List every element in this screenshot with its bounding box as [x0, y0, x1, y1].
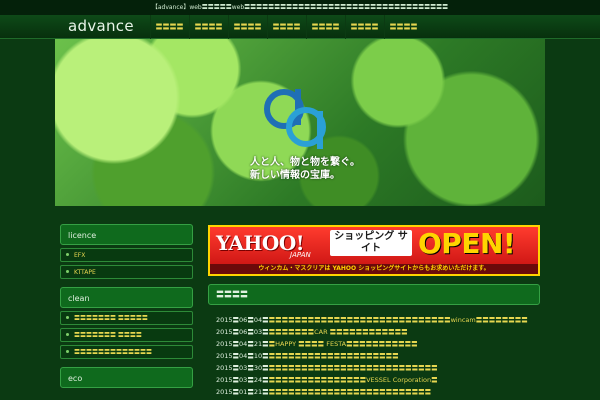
nav-item-5[interactable]: 〓〓〓〓 [306, 15, 344, 39]
top-announcement-text: 【advance】web〓〓〓〓〓web〓〓〓〓〓〓〓〓〓〓〓〓〓〓〓〓〓〓〓〓… [151, 4, 449, 11]
news-date: 2015〓06〓04〓 [216, 316, 269, 324]
news-item[interactable]: 2015〓06〓03〓〓〓〓〓〓〓〓CAR 〓〓〓〓〓〓〓〓〓〓〓〓 [216, 326, 540, 338]
news-link[interactable]: 〓HAPPY 〓〓〓〓 FESTA〓〓〓〓〓〓〓〓〓〓〓 [269, 340, 418, 348]
news-item[interactable]: 2015〓01〓21〓〓〓〓〓〓〓〓〓〓〓〓〓〓〓〓〓〓〓〓〓〓〓〓〓〓 [216, 386, 540, 398]
news-item[interactable]: 2015〓03〓30〓〓〓〓〓〓〓〓〓〓〓〓〓〓〓〓〓〓〓〓〓〓〓〓〓〓〓 [216, 362, 540, 374]
news-link[interactable]: 〓〓〓〓〓〓〓〓〓〓〓〓〓〓〓〓〓〓〓〓〓〓〓〓〓〓 [269, 364, 438, 372]
news-date: 2015〓01〓21〓 [216, 388, 269, 396]
sidebar-link[interactable]: 〓〓〓〓〓〓〓 〓〓〓〓 [60, 328, 193, 342]
sidebar-link[interactable]: 〓〓〓〓〓〓〓 〓〓〓〓〓 [60, 311, 193, 325]
sidebar-group-licence: licence EFX KTTAPE [60, 224, 193, 279]
hero-image: 人と人、物と物を繋ぐ。 新しい情報の宝庫。 [55, 39, 545, 206]
site-logo[interactable]: advance [68, 17, 134, 35]
ad-logo-icon [264, 89, 326, 149]
news-list: 2015〓06〓04〓〓〓〓〓〓〓〓〓〓〓〓〓〓〓〓〓〓〓〓〓〓〓〓〓〓〓〓〓w… [216, 314, 540, 398]
banner-subtext: ウィンカム・マスクリアは YAHOO ショッピングサイトからもお求めいただけます… [210, 264, 538, 274]
hero-tagline-line2: 新しい情報の宝庫。 [250, 170, 340, 181]
news-date: 2015〓06〓03〓 [216, 328, 269, 336]
hero-tagline: 人と人、物と物を繋ぐ。 新しい情報の宝庫。 [250, 156, 360, 182]
sidebar-link[interactable]: 〓〓〓〓〓〓〓〓〓〓〓〓〓 [60, 345, 193, 359]
nav-item-1[interactable]: 〓〓〓〓 [150, 15, 188, 39]
news-date: 2015〓04〓21〓 [216, 340, 269, 348]
site-header: advance 〓〓〓〓 〓〓〓〓 〓〓〓〓 〓〓〓〓 〓〓〓〓 〓〓〓〓 〓〓… [0, 15, 600, 39]
news-date: 2015〓04〓10〓 [216, 352, 269, 360]
news-link[interactable]: 〓〓〓〓〓〓〓〓〓〓〓〓〓〓〓VESSEL Corporation〓 [269, 376, 438, 384]
yahoo-shopping-banner[interactable]: YAHOO! JAPAN ショッピング サイト OPEN! ウィンカム・マスクリ… [208, 225, 540, 276]
top-announcement-bar: 【advance】web〓〓〓〓〓web〓〓〓〓〓〓〓〓〓〓〓〓〓〓〓〓〓〓〓〓… [0, 0, 600, 15]
sidebar-group-eco: eco [60, 367, 193, 388]
sidebar-heading: clean [60, 287, 193, 308]
news-date: 2015〓03〓24〓 [216, 376, 269, 384]
news-date: 2015〓03〓30〓 [216, 364, 269, 372]
news-heading: 〓〓〓〓 [208, 284, 540, 305]
sidebar-link[interactable]: EFX [60, 248, 193, 262]
news-link[interactable]: 〓〓〓〓〓〓〓〓〓〓〓〓〓〓〓〓〓〓〓〓 [269, 352, 399, 360]
news-link[interactable]: 〓〓〓〓〓〓〓CAR 〓〓〓〓〓〓〓〓〓〓〓〓 [269, 328, 408, 336]
nav-item-4[interactable]: 〓〓〓〓 [267, 15, 305, 39]
news-item[interactable]: 2015〓04〓21〓〓HAPPY 〓〓〓〓 FESTA〓〓〓〓〓〓〓〓〓〓〓 [216, 338, 540, 350]
nav-item-7[interactable]: 〓〓〓〓 [384, 15, 422, 39]
sidebar-heading: eco [60, 367, 193, 388]
sidebar-group-clean: clean 〓〓〓〓〓〓〓 〓〓〓〓〓 〓〓〓〓〓〓〓 〓〓〓〓 〓〓〓〓〓〓〓… [60, 287, 193, 359]
sidebar-heading: licence [60, 224, 193, 245]
hero-tagline-line1: 人と人、物と物を繋ぐ。 [250, 157, 360, 168]
news-link[interactable]: 〓〓〓〓〓〓〓〓〓〓〓〓〓〓〓〓〓〓〓〓〓〓〓〓〓〓〓〓wincam〓〓〓〓〓〓… [269, 316, 528, 324]
nav-item-6[interactable]: 〓〓〓〓 [345, 15, 383, 39]
sidebar-link[interactable]: KTTAPE [60, 265, 193, 279]
news-item[interactable]: 2015〓03〓24〓〓〓〓〓〓〓〓〓〓〓〓〓〓〓〓VESSEL Corpora… [216, 374, 540, 386]
nav-item-3[interactable]: 〓〓〓〓 [228, 15, 266, 39]
news-link[interactable]: 〓〓〓〓〓〓〓〓〓〓〓〓〓〓〓〓〓〓〓〓〓〓〓〓〓 [269, 388, 432, 396]
news-item[interactable]: 2015〓06〓04〓〓〓〓〓〓〓〓〓〓〓〓〓〓〓〓〓〓〓〓〓〓〓〓〓〓〓〓〓w… [216, 314, 540, 326]
main-nav: 〓〓〓〓 〓〓〓〓 〓〓〓〓 〓〓〓〓 〓〓〓〓 〓〓〓〓 〓〓〓〓 [150, 15, 423, 39]
nav-item-2[interactable]: 〓〓〓〓 [189, 15, 227, 39]
sidebar: licence EFX KTTAPE clean 〓〓〓〓〓〓〓 〓〓〓〓〓 〓… [60, 224, 193, 396]
banner-brand-sub: JAPAN [290, 251, 311, 259]
banner-open-label: OPEN! [418, 227, 516, 260]
news-item[interactable]: 2015〓04〓10〓〓〓〓〓〓〓〓〓〓〓〓〓〓〓〓〓〓〓〓〓 [216, 350, 540, 362]
banner-shop-label: ショッピング サイト [330, 230, 412, 256]
